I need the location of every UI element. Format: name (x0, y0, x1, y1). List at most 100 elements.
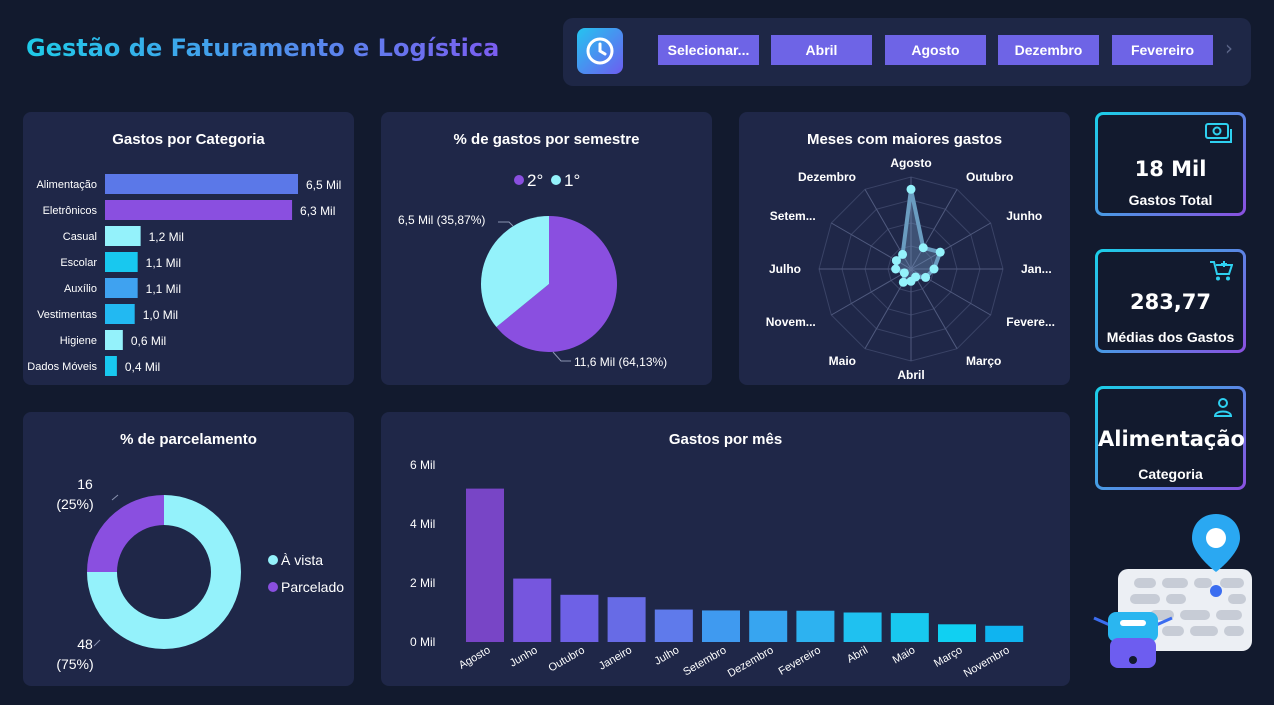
category-bar (105, 226, 141, 246)
radar-point (898, 277, 908, 287)
slice-count-label: 48 (77, 636, 93, 652)
kpi-value: Alimentação (1098, 427, 1245, 451)
radar-axis-label: Fevere... (1006, 315, 1055, 329)
category-bar-chart: Alimentação 6,5 Mil Eletrônicos 6,3 Mil Casu… (27, 174, 341, 376)
monthly-chart-card: Gastos por mês 0 Mil 2 Mil 4 Mil 6 Mil Agost… (381, 412, 1070, 686)
category-value-label: 1,0 Mil (143, 308, 178, 322)
monthly-bar-chart: 0 Mil 2 Mil 4 Mil 6 Mil Agosto Junho Outubro Ja… (410, 458, 1024, 680)
slice-pct-label: (25%) (56, 496, 93, 512)
month-bar (654, 609, 693, 642)
leader-line (111, 494, 119, 501)
x-tick-label: Abril (845, 644, 870, 665)
month-bar (749, 610, 788, 642)
month-filter-dezembro[interactable]: Dezembro (998, 35, 1099, 65)
category-label: Auxílio (64, 283, 97, 295)
installment-donut-chart: 16 (25%) 48 (75%) À vista Parcelado (56, 476, 344, 672)
radar-axis-line (910, 268, 958, 349)
month-filter-fevereiro[interactable]: Fevereiro (1112, 35, 1213, 65)
kpi-label: Categoria (1138, 466, 1203, 482)
category-bar (105, 200, 293, 220)
radar-axis-label: Setem... (770, 209, 816, 223)
logistics-illustration (1093, 514, 1252, 668)
kpi-value: 18 Mil (1134, 157, 1207, 181)
month-bar (702, 610, 740, 642)
semester-chart-card: % de gastos por semestre 2° 1° 11,6 Mil (6… (381, 112, 712, 385)
clock-icon[interactable] (577, 28, 623, 74)
month-bar (560, 594, 599, 642)
radar-axis-label: Outubro (966, 170, 1013, 184)
radar-axis-label: Março (966, 354, 1001, 368)
money-icon (1205, 123, 1233, 149)
category-chart-card: Gastos por Categoria Alimentação 6,5 Mil E… (23, 112, 354, 385)
radar-point (935, 247, 945, 257)
legend-marker (268, 582, 278, 592)
month-bar (843, 612, 882, 642)
page-title: Gestão de Faturamento e Logística (26, 34, 500, 62)
month-bar (796, 610, 835, 642)
kpi-value: 283,77 (1129, 290, 1212, 314)
kpi-label: Médias dos Gastos (1106, 329, 1235, 345)
category-label: Vestimentas (37, 309, 97, 321)
radar-point (898, 249, 908, 259)
legend-label: 1° (564, 171, 580, 190)
radar-axis-line (831, 268, 912, 316)
radar-axis-label: Julho (769, 262, 801, 276)
kpi-total-card: 18 Mil Gastos Total (1095, 112, 1246, 216)
radar-axis-label: Abril (897, 368, 924, 382)
month-filter-bar: Selecionar... Abril Agosto Dezembro Feve… (563, 18, 1251, 86)
kpi-average-card: 283,77 Médias dos Gastos (1095, 249, 1246, 353)
y-tick-label: 0 Mil (410, 635, 435, 649)
month-bar (466, 488, 504, 642)
category-label: Higiene (60, 335, 97, 347)
category-label: Alimentação (36, 179, 97, 191)
category-value-label: 6,5 Mil (306, 178, 341, 192)
category-value-label: 0,6 Mil (131, 334, 166, 348)
month-bar (607, 597, 646, 642)
month-bar (890, 613, 929, 642)
category-label: Dados Móveis (27, 361, 97, 373)
x-tick-label: Junho (508, 644, 540, 669)
legend-marker (551, 175, 561, 185)
x-tick-label: Março (932, 644, 964, 670)
month-filter-select[interactable]: Selecionar... (658, 35, 759, 65)
leader-line (552, 351, 571, 362)
installment-chart-card: % de parcelamento 16 (25%) 48 (75%) À vista P… (23, 412, 354, 686)
radar-axis-label: Dezembro (798, 170, 856, 184)
month-bar (513, 578, 552, 642)
category-bar (105, 356, 117, 376)
y-tick-label: 4 Mil (410, 517, 435, 531)
category-value-label: 0,4 Mil (125, 360, 160, 374)
chevron-right-icon[interactable]: › (1225, 36, 1233, 60)
x-tick-label: Julho (653, 644, 682, 668)
category-bar (105, 174, 298, 194)
x-tick-label: Janeiro (597, 644, 634, 672)
legend-label: Parcelado (281, 579, 344, 595)
category-label: Eletrônicos (43, 205, 98, 217)
radar-chart-card: Meses com maiores gastos Agosto Outubro Ju… (739, 112, 1070, 385)
x-tick-label: Setembro (681, 644, 728, 678)
radar-point (891, 264, 901, 274)
radar-point (929, 264, 939, 274)
month-bar (985, 625, 1024, 642)
semester-pie-chart: 2° 1° 11,6 Mil (64,13%) 6,5 Mil (35,87%) (398, 171, 667, 369)
radar-axis-label: Junho (1006, 209, 1042, 223)
month-filter-abril[interactable]: Abril (771, 35, 872, 65)
kpi-label: Gastos Total (1128, 192, 1213, 208)
donut-slice (87, 495, 165, 573)
x-tick-label: Agosto (457, 644, 493, 672)
category-label: Escolar (60, 257, 97, 269)
month-filter-agosto[interactable]: Agosto (885, 35, 986, 65)
category-label: Casual (63, 231, 97, 243)
radar-point (918, 243, 928, 253)
category-value-label: 1,1 Mil (146, 282, 181, 296)
category-bar (105, 252, 138, 272)
radar-point (921, 272, 931, 282)
category-bar (105, 278, 138, 298)
category-value-label: 6,3 Mil (300, 204, 335, 218)
slice-value-label: 6,5 Mil (35,87%) (398, 213, 485, 227)
category-bar (105, 304, 135, 324)
radar-point (906, 184, 916, 194)
kpi-category-card: Alimentação Categoria (1095, 386, 1246, 490)
leader-line (93, 639, 101, 647)
legend-label: 2° (527, 171, 543, 190)
